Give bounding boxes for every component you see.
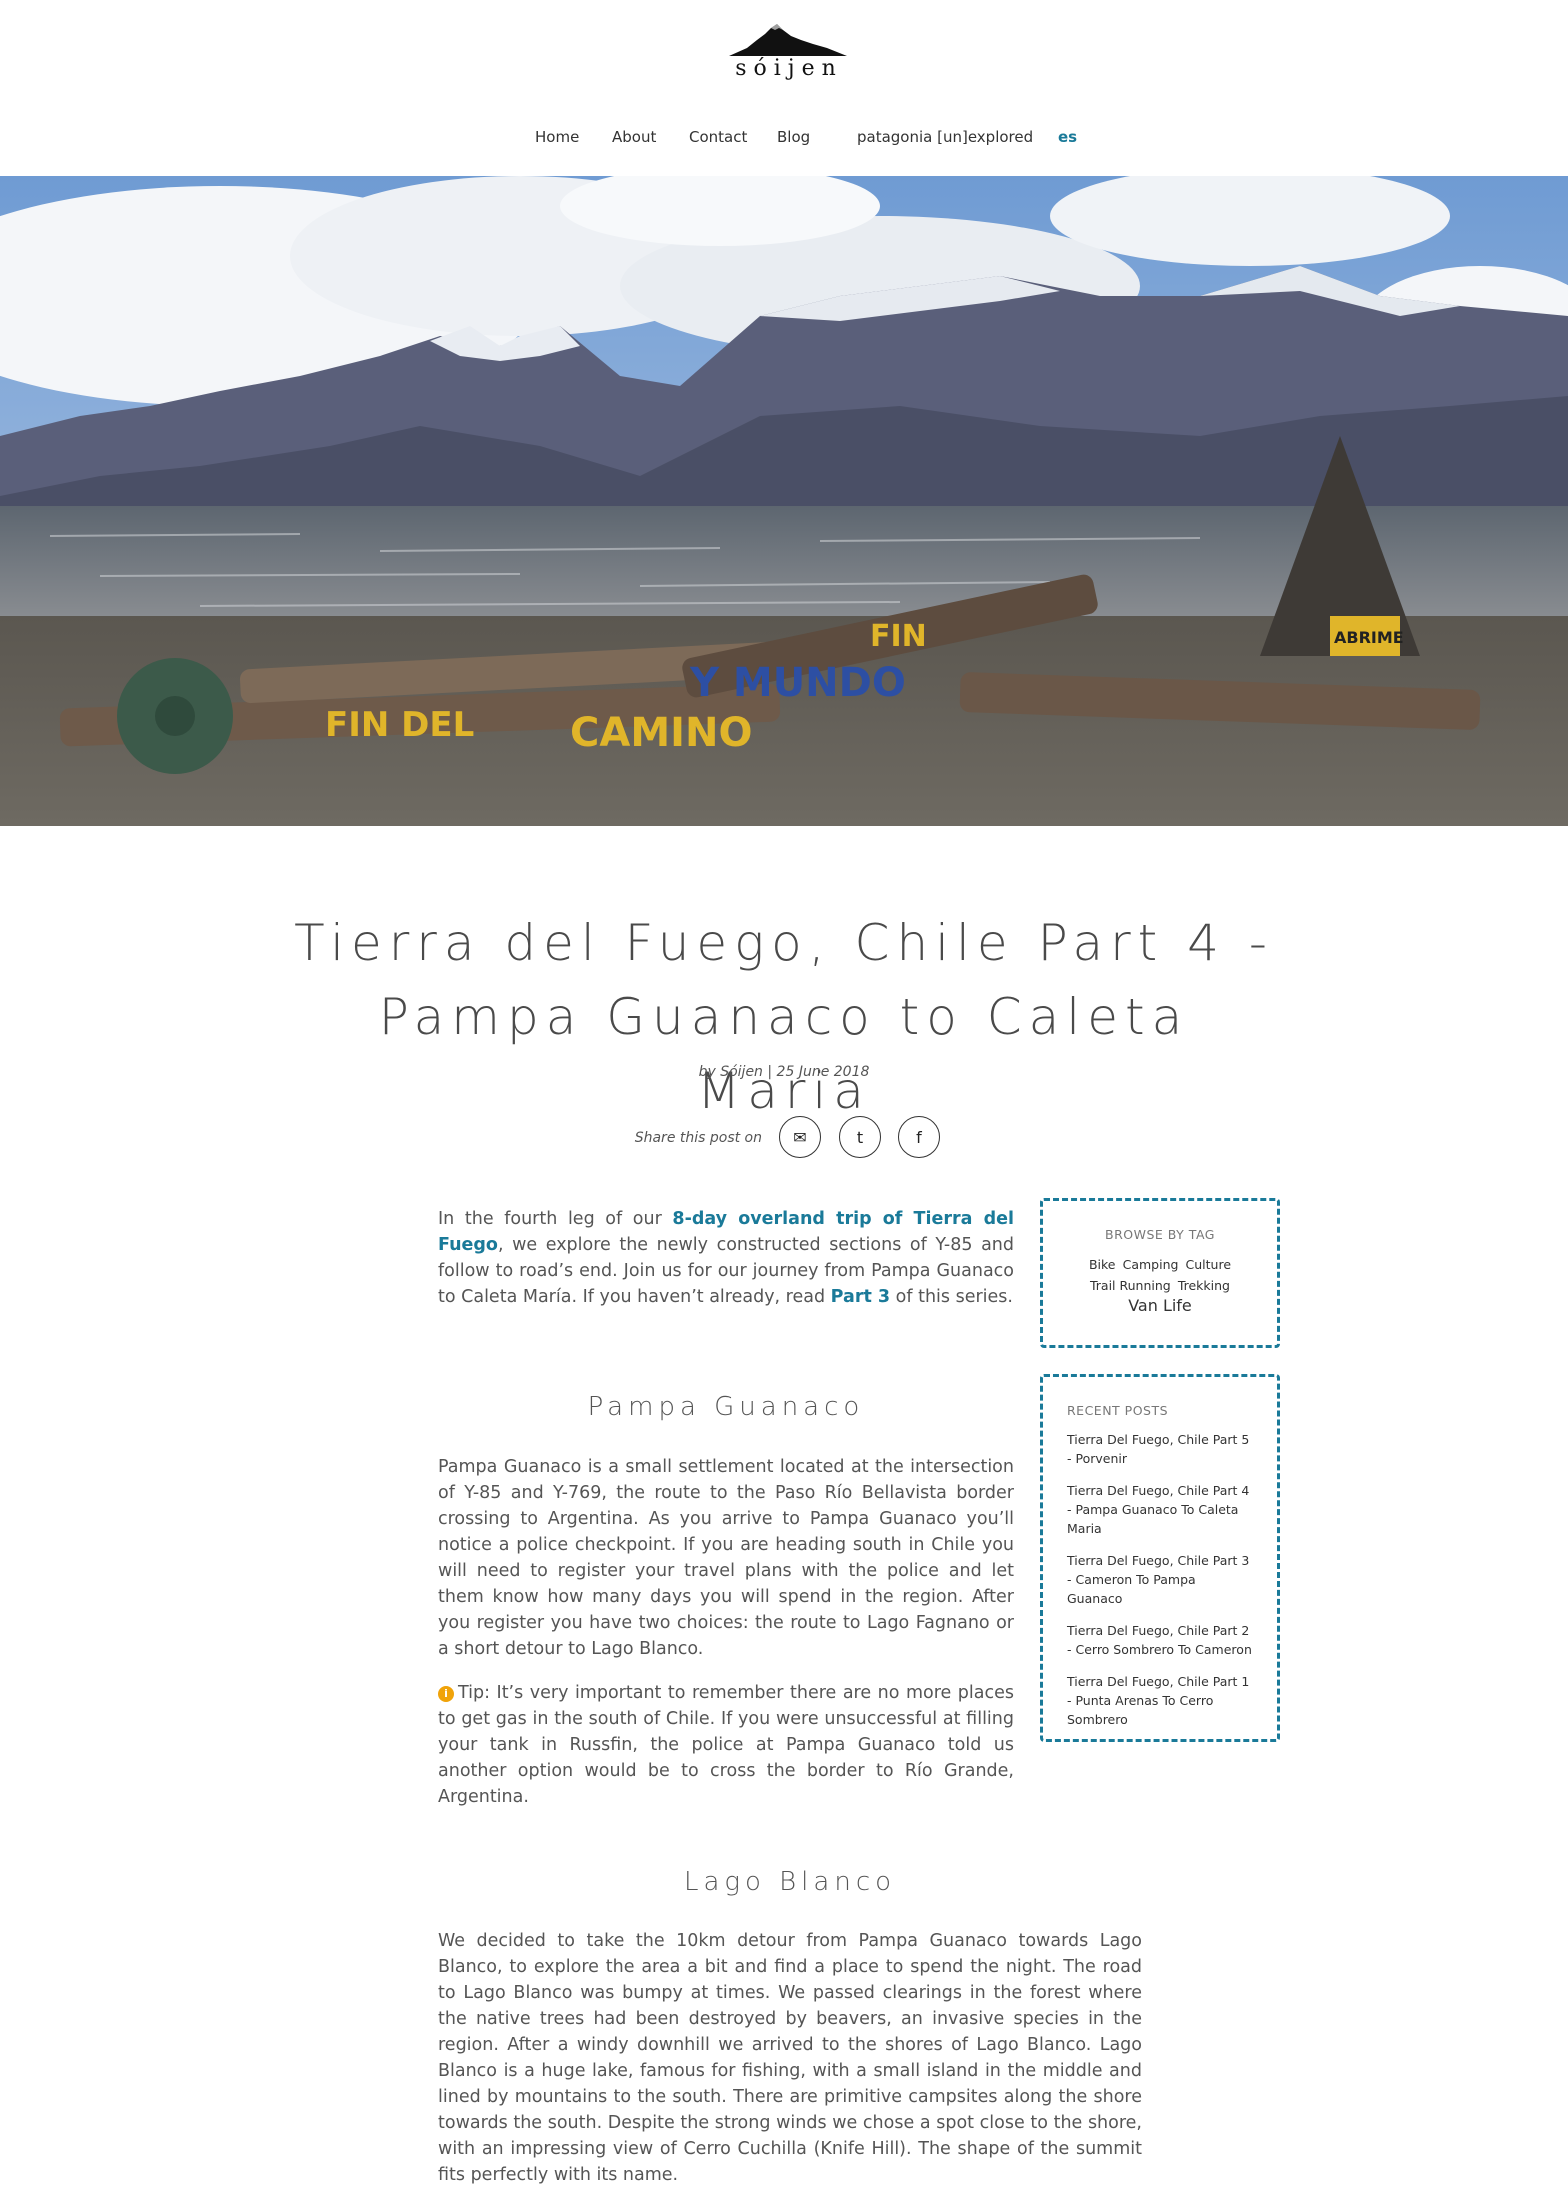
intro-text-3: of this series. xyxy=(890,1287,1013,1307)
tag-trekking[interactable]: Trekking xyxy=(1178,1278,1230,1293)
browse-by-tag-widget: BROWSE BY TAG Bike Camping Culture Trail… xyxy=(1040,1198,1280,1348)
recent-post-part-3[interactable]: Tierra Del Fuego, Chile Part 3 - Cameron… xyxy=(1067,1551,1253,1608)
facebook-icon: f xyxy=(916,1127,922,1147)
main-nav: Home About Contact Blog patagonia [un]ex… xyxy=(0,128,1568,154)
info-icon: i xyxy=(438,1686,454,1702)
hero-sign-abrime: ABRIME xyxy=(1334,628,1404,647)
nav-contact[interactable]: Contact xyxy=(689,128,747,146)
pampa-guanaco-paragraph: Pampa Guanaco is a small settlement loca… xyxy=(438,1457,1014,1659)
tip-text: Tip: It’s very important to remember the… xyxy=(438,1683,1014,1807)
tag-camping[interactable]: Camping xyxy=(1123,1257,1179,1272)
share-bar: Share this post on ✉ t f xyxy=(0,1116,1568,1160)
hero-landscape-illustration: FIN DEL CAMINO Y MUNDO FIN ABRIME xyxy=(0,176,1568,826)
tag-bike[interactable]: Bike xyxy=(1089,1257,1116,1272)
envelope-icon: ✉ xyxy=(793,1127,807,1147)
hero-sign-y-mundo: Y MUNDO xyxy=(689,660,906,706)
hero-sign-fin-del: FIN DEL xyxy=(325,705,474,745)
share-email-button[interactable]: ✉ xyxy=(779,1116,821,1158)
nav-home[interactable]: Home xyxy=(535,128,579,146)
intro-text-1: In the fourth leg of our xyxy=(438,1209,673,1229)
tag-trail-running[interactable]: Trail Running xyxy=(1090,1278,1171,1293)
post-title-line-2: Pampa Guanaco to Caleta Maria xyxy=(378,988,1190,1120)
heading-lago-blanco: Lago Blanco xyxy=(683,1867,897,1897)
nav-blog[interactable]: Blog xyxy=(777,128,810,146)
site-logo[interactable]: sóijen xyxy=(727,22,851,84)
recent-post-part-2[interactable]: Tierra Del Fuego, Chile Part 2 - Cerro S… xyxy=(1067,1621,1253,1659)
twitter-icon: t xyxy=(856,1127,864,1147)
heading-pampa-guanaco: Pampa Guanaco xyxy=(587,1392,865,1422)
recent-post-part-5[interactable]: Tierra Del Fuego, Chile Part 5 - Porveni… xyxy=(1067,1430,1253,1468)
tag-cloud: Bike Camping Culture Trail Running Trekk… xyxy=(1057,1254,1263,1315)
browse-by-tag-title: BROWSE BY TAG xyxy=(1105,1227,1215,1242)
post-meta: by Sóijen | 25 June 2018 xyxy=(698,1064,870,1080)
hero-image: FIN DEL CAMINO Y MUNDO FIN ABRIME xyxy=(0,176,1568,826)
nav-patagonia-unexplored[interactable]: patagonia [un]explored xyxy=(857,128,1033,146)
recent-posts-title: RECENT POSTS xyxy=(1067,1403,1169,1418)
post-title-line-1: Tierra del Fuego, Chile Part 4 - xyxy=(294,914,1274,972)
tip-paragraph: i Tip: It’s very important to remember th… xyxy=(438,1680,1014,1810)
share-label: Share this post on xyxy=(634,1130,762,1146)
logo-text: sóijen xyxy=(735,56,843,81)
recent-post-part-1[interactable]: Tierra Del Fuego, Chile Part 1 - Punta A… xyxy=(1067,1672,1253,1729)
tag-van-life[interactable]: Van Life xyxy=(1128,1296,1192,1315)
share-facebook-button[interactable]: f xyxy=(898,1116,940,1158)
intro-paragraph: In the fourth leg of our 8-day overland … xyxy=(438,1206,1014,1310)
link-part-3[interactable]: Part 3 xyxy=(831,1287,890,1307)
post-title: Tierra del Fuego, Chile Part 4 - Pampa G… xyxy=(284,906,1284,1128)
recent-post-part-4[interactable]: Tierra Del Fuego, Chile Part 4 - Pampa G… xyxy=(1067,1481,1253,1538)
tag-culture[interactable]: Culture xyxy=(1186,1257,1232,1272)
lago-blanco-paragraph: We decided to take the 10km detour from … xyxy=(438,1931,1142,2185)
site-header: sóijen Home About Contact Blog patagonia… xyxy=(0,0,1568,176)
share-twitter-button[interactable]: t xyxy=(839,1116,881,1158)
language-switch-es[interactable]: es xyxy=(1058,128,1077,146)
recent-posts-widget: RECENT POSTS Tierra Del Fuego, Chile Par… xyxy=(1040,1374,1280,1742)
hero-sign-fin: FIN xyxy=(870,619,927,654)
hero-sign-camino: CAMINO xyxy=(570,710,752,756)
nav-about[interactable]: About xyxy=(612,128,656,146)
